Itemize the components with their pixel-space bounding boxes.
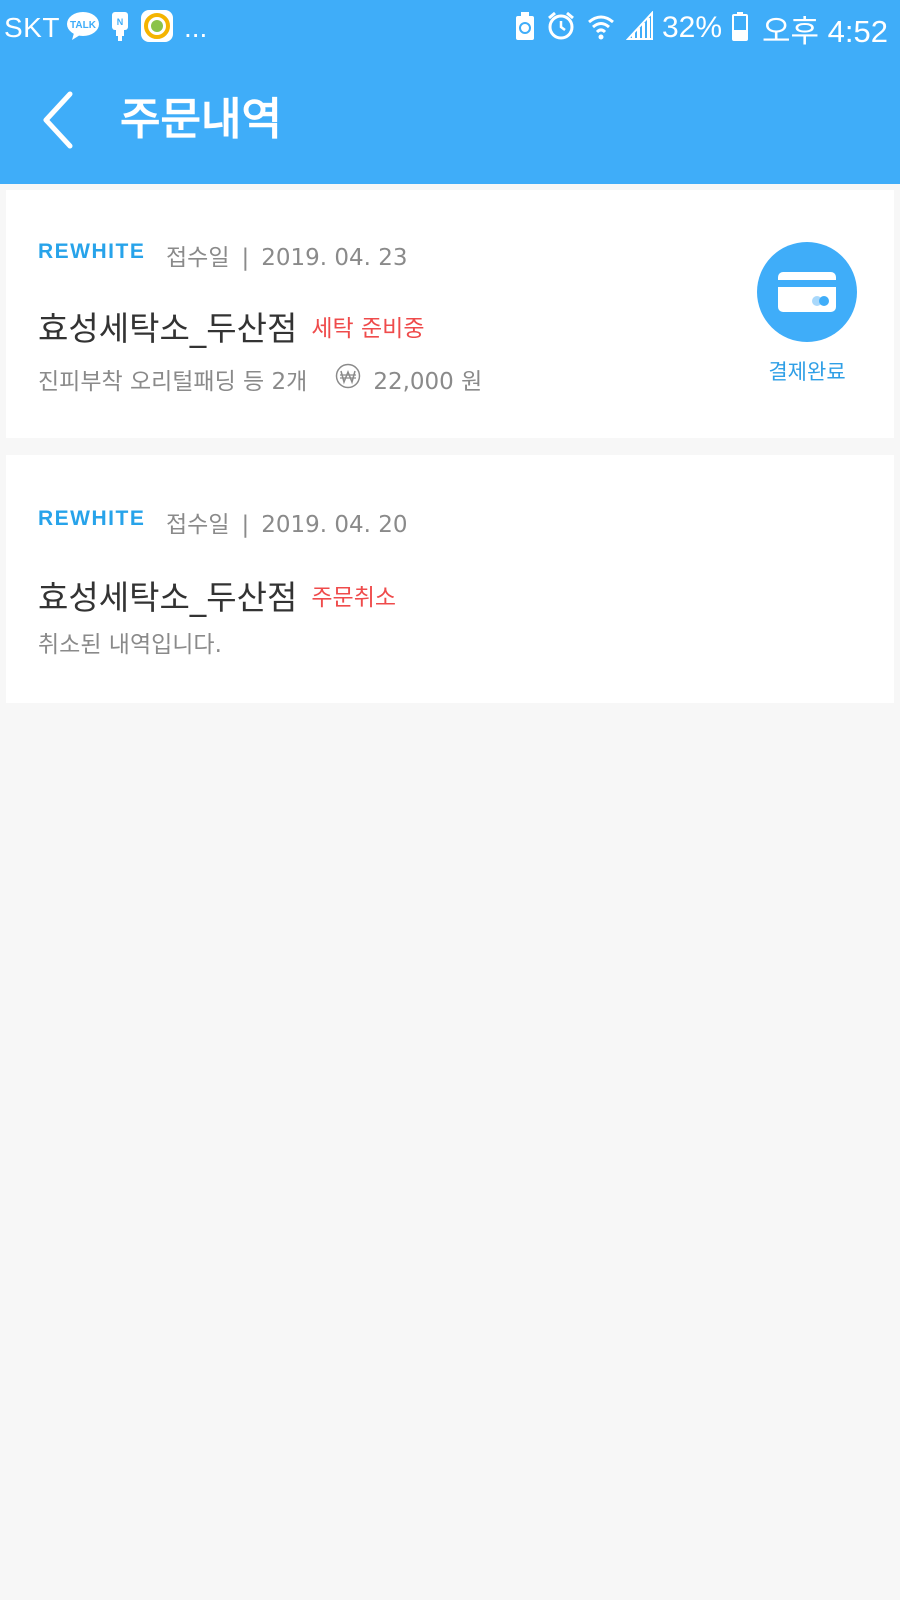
order-card[interactable]: REWHITE 접수일 | 2019. 04. 23 효성세탁소_두산점 세탁 준비중… [6, 190, 894, 438]
signal-icon [625, 10, 654, 45]
order-date-line: 접수일 | 2019. 04. 20 [166, 505, 408, 539]
svg-text:N: N [117, 17, 124, 27]
naver-icon: N [106, 10, 134, 46]
date-label: 접수일 [166, 512, 230, 538]
payment-circle [757, 242, 857, 342]
app-icon [140, 9, 174, 47]
date-separator: | [241, 512, 250, 538]
store-name: 효성세탁소_두산점 세탁 준비중 [38, 302, 425, 350]
brand-logo: REWHITE [38, 240, 146, 263]
brand-logo: REWHITE [38, 507, 146, 530]
order-date: 2019. 04. 20 [261, 512, 408, 538]
items-summary: 진피부착 오리털패딩 등 2개 [38, 369, 308, 395]
order-description: 취소된 내역입니다. [38, 625, 222, 659]
payment-status-button[interactable]: 결제완료 [732, 242, 882, 386]
wifi-icon [586, 11, 616, 45]
payment-status-label: 결제완료 [768, 360, 846, 384]
battery-icon [732, 11, 748, 45]
battery-saver-icon [514, 11, 536, 45]
order-price: 22,000 원 [373, 369, 483, 395]
order-description: 진피부착 오리털패딩 등 2개 22,000 원 [38, 362, 482, 396]
store-name-text: 효성세탁소_두산점 [38, 578, 298, 617]
clock: 오후 4:52 [762, 13, 888, 49]
store-name-text: 효성세탁소_두산점 [38, 309, 298, 348]
status-bar: SKT TALK N ... 32% 오후 4:52 [0, 0, 900, 56]
app-bar: 주문내역 [0, 56, 900, 184]
order-status: 세탁 준비중 [311, 316, 425, 342]
alarm-icon [546, 11, 576, 45]
page-title: 주문내역 [120, 94, 282, 145]
date-separator: | [241, 245, 250, 271]
date-label: 접수일 [166, 245, 230, 271]
carrier-label: SKT [4, 12, 60, 43]
order-date-line: 접수일 | 2019. 04. 23 [166, 238, 408, 272]
back-button[interactable] [36, 88, 92, 152]
more-notifications-indicator: ... [183, 12, 208, 43]
battery-percent: 32% [661, 11, 722, 44]
store-name: 효성세탁소_두산점 주문취소 [38, 571, 396, 619]
credit-card-icon [778, 272, 836, 312]
kakaotalk-label: TALK [70, 20, 97, 31]
kakaotalk-icon: TALK [66, 11, 100, 45]
order-status: 주문취소 [311, 585, 397, 611]
back-arrow-icon [43, 91, 73, 149]
order-date: 2019. 04. 23 [261, 245, 408, 271]
order-card[interactable]: REWHITE 접수일 | 2019. 04. 20 효성세탁소_두산점 주문취소 취… [6, 455, 894, 703]
won-icon [335, 363, 361, 395]
items-summary: 취소된 내역입니다. [38, 632, 222, 658]
